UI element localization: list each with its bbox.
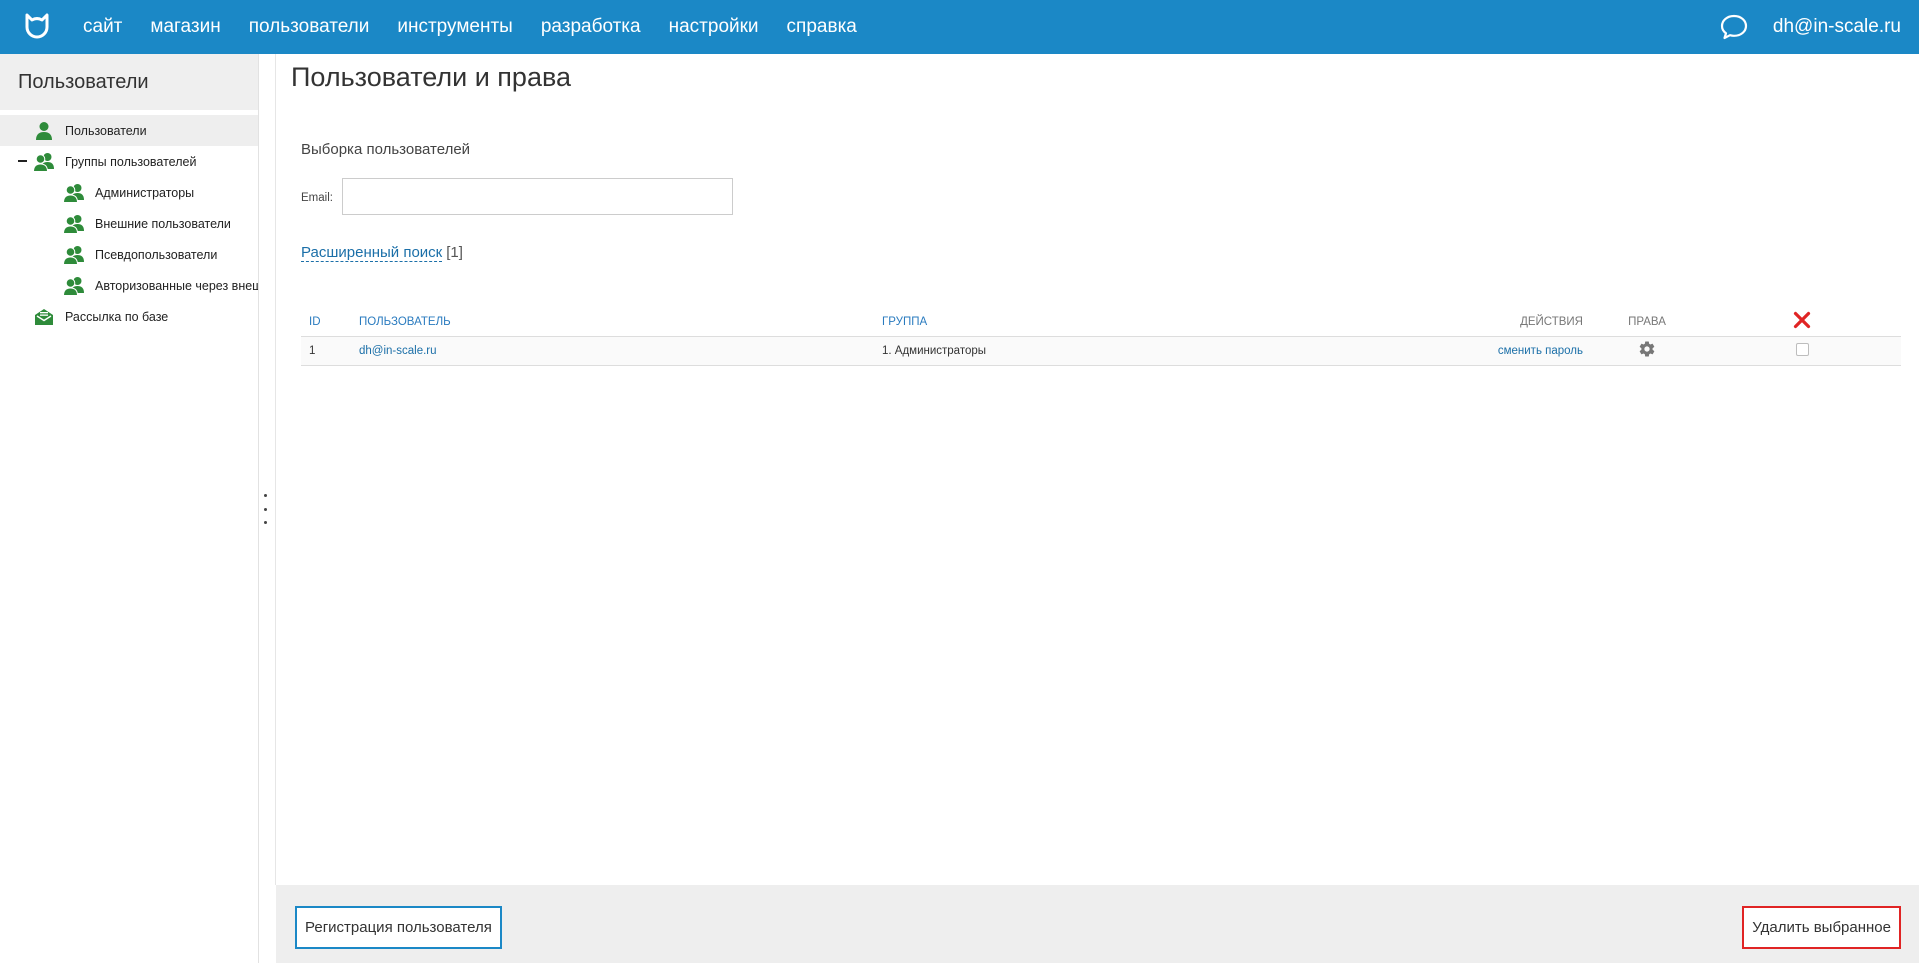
sidebar-item-label: Авторизованные через внешние сервисы <box>95 278 258 293</box>
cell-user: dh@in-scale.ru <box>351 336 874 366</box>
sidebar-item-administrators[interactable]: Администраторы <box>0 177 258 208</box>
delete-x-icon[interactable] <box>1793 312 1811 332</box>
collapse-toggle-icon[interactable] <box>18 160 27 162</box>
users-group-icon <box>33 152 55 172</box>
nav-item-shop[interactable]: магазин <box>150 16 220 38</box>
advanced-search: Расширенный поиск [1] <box>301 244 463 262</box>
cell-id: 1 <box>301 336 351 366</box>
user-account-link[interactable]: dh@in-scale.ru <box>1773 16 1901 38</box>
nav-item-users[interactable]: пользователи <box>249 16 370 38</box>
top-right-area: dh@in-scale.ru <box>1719 12 1901 42</box>
users-group-icon <box>63 245 85 265</box>
sidebar: Пользователи Пользователи Группы пользов… <box>0 54 259 963</box>
nav-item-site[interactable]: сайт <box>83 16 122 38</box>
sidebar-item-users[interactable]: Пользователи <box>0 115 258 146</box>
column-header-user[interactable]: Пользователь <box>351 308 874 337</box>
advanced-search-link[interactable]: Расширенный поиск <box>301 244 443 262</box>
cell-select <box>1703 336 1901 366</box>
delete-selected-button[interactable]: Удалить выбранное <box>1742 906 1901 949</box>
mail-icon <box>33 307 55 327</box>
nav-item-tools[interactable]: инструменты <box>397 16 512 38</box>
gear-icon[interactable] <box>1638 341 1656 361</box>
sidebar-item-pseudo-users[interactable]: Псевдопользователи <box>0 239 258 270</box>
sidebar-item-user-groups[interactable]: Группы пользователей <box>0 146 258 177</box>
user-email-link[interactable]: dh@in-scale.ru <box>359 345 437 357</box>
column-header-delete <box>1703 308 1901 337</box>
cell-actions: сменить пароль <box>1434 336 1591 366</box>
speech-bubble-icon[interactable] <box>1719 12 1749 42</box>
main-content: Пользователи и права Выборка пользовател… <box>276 54 1919 885</box>
sidebar-tree: Пользователи Группы пользователей Админи… <box>0 110 258 332</box>
column-header-id[interactable]: ID <box>301 308 351 337</box>
email-filter-input[interactable] <box>342 178 733 215</box>
table-header-row: ID Пользователь Группа Действия Права <box>301 308 1901 337</box>
email-label: Email: <box>301 192 333 204</box>
sidebar-item-mailing[interactable]: Рассылка по базе <box>0 301 258 332</box>
column-header-group[interactable]: Группа <box>874 308 1434 337</box>
row-select-checkbox[interactable] <box>1795 342 1809 356</box>
sidebar-item-label: Группы пользователей <box>65 154 197 169</box>
bottom-action-bar: Регистрация пользователя Удалить выбранн… <box>276 885 1919 963</box>
change-password-link[interactable]: сменить пароль <box>1498 345 1583 357</box>
filter-section-title: Выборка пользователей <box>301 141 471 158</box>
sidebar-item-label: Внешние пользователи <box>95 216 231 231</box>
sidebar-item-label: Пользователи <box>65 123 147 138</box>
sidebar-title: Пользователи <box>0 54 258 110</box>
page-title: Пользователи и права <box>291 62 572 92</box>
main-nav: сайт магазин пользователи инструменты ра… <box>83 16 885 38</box>
advanced-search-count: [1] <box>446 244 463 261</box>
users-group-icon <box>63 183 85 203</box>
column-header-rights: Права <box>1591 308 1703 337</box>
user-icon <box>33 121 55 141</box>
users-group-icon <box>63 214 85 234</box>
sidebar-item-label: Псевдопользователи <box>95 247 218 262</box>
register-user-button[interactable]: Регистрация пользователя <box>295 906 502 949</box>
sidebar-item-authorized-external[interactable]: Авторизованные через внешние сервисы <box>0 270 258 301</box>
cat-logo-icon[interactable] <box>19 9 55 45</box>
sidebar-resize-handle[interactable] <box>263 494 267 524</box>
sidebar-item-external-users[interactable]: Внешние пользователи <box>0 208 258 239</box>
nav-item-development[interactable]: разработка <box>541 16 641 38</box>
sidebar-item-label: Рассылка по базе <box>65 309 169 324</box>
table-row: 1 dh@in-scale.ru 1. Администраторы смени… <box>301 336 1901 366</box>
top-navbar: сайт магазин пользователи инструменты ра… <box>0 0 1919 54</box>
column-header-actions: Действия <box>1434 308 1591 337</box>
sidebar-item-label: Администраторы <box>95 185 195 200</box>
nav-item-settings[interactable]: настройки <box>669 16 759 38</box>
users-table: ID Пользователь Группа Действия Права 1 … <box>301 308 1901 366</box>
cell-group: 1. Администраторы <box>874 336 1434 366</box>
users-group-icon <box>63 276 85 296</box>
cell-rights <box>1591 336 1703 366</box>
nav-item-help[interactable]: справка <box>787 16 857 38</box>
